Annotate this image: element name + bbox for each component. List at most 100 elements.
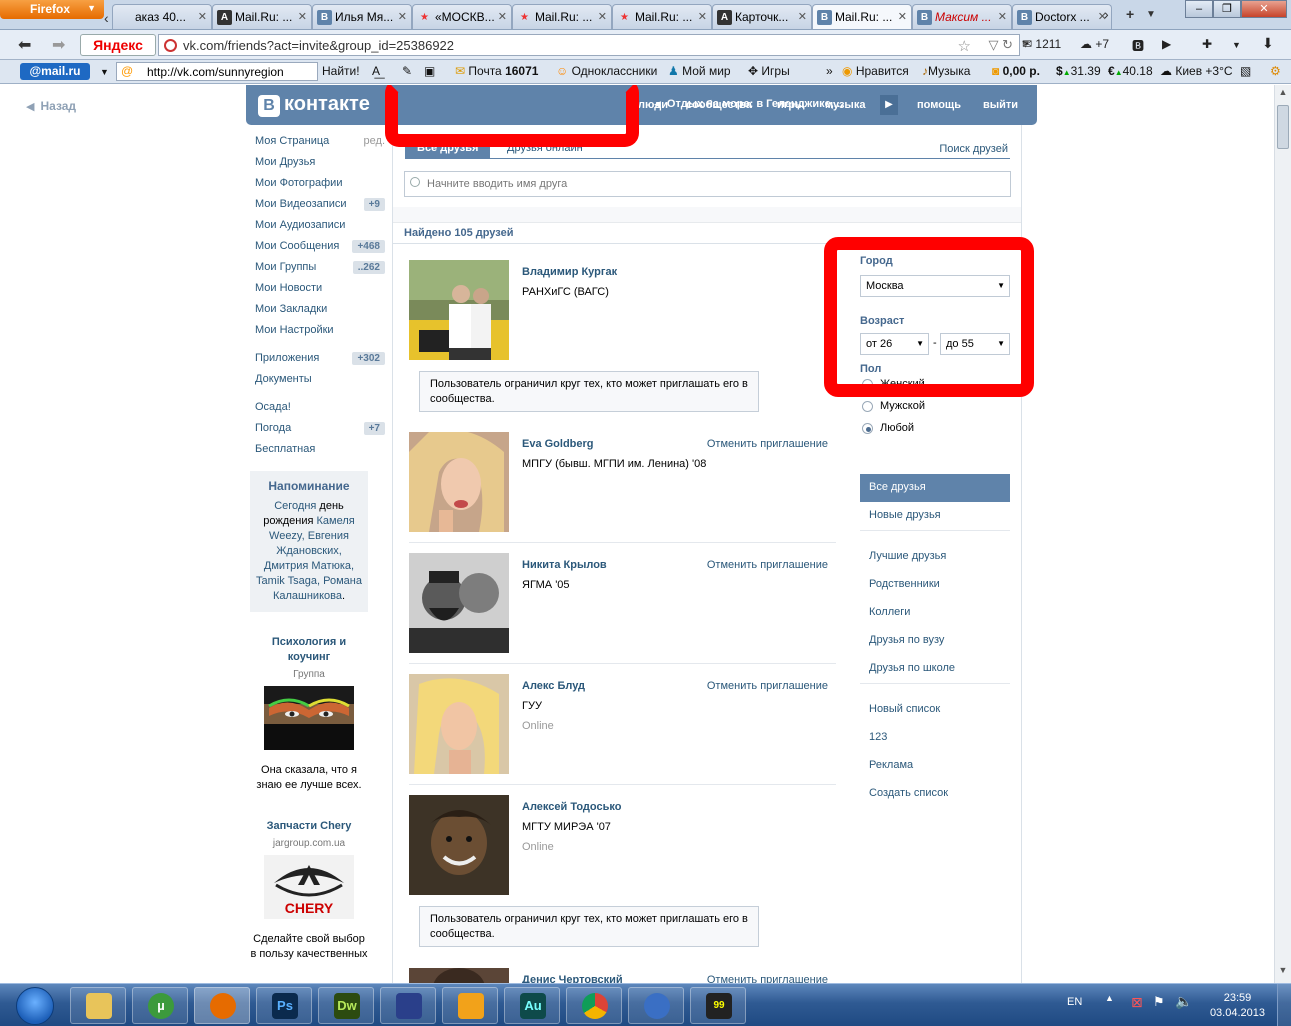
cancel-invitation-link[interactable]: Отменить приглашение [707, 559, 828, 571]
bookmark-nravitsya[interactable]: ◉ Нравится [842, 64, 909, 78]
menu-chevron-icon[interactable]: ▼ [1232, 40, 1241, 50]
tabs-scroll-left-icon[interactable]: ‹ [104, 10, 109, 26]
menu-communities[interactable]: сообщества [686, 99, 752, 111]
taskbar-save-app[interactable] [380, 987, 436, 1024]
bookmarks-icon[interactable]: ✚ [1202, 37, 1212, 51]
tab-active[interactable]: B Mail.Ru: ... ✕ [812, 4, 912, 29]
bookmark-odnoklassniki[interactable]: ☺ Одноклассники [556, 64, 657, 78]
cancel-invitation-link[interactable]: Отменить приглашение [707, 438, 828, 450]
friend-name[interactable]: Алекс Блуд [522, 680, 585, 692]
close-icon[interactable]: ✕ [498, 10, 507, 23]
menu-music[interactable]: музыка [825, 99, 865, 111]
left-menu-item[interactable]: Мои Фотографии [255, 177, 385, 198]
url-dropdown-reload-icon[interactable]: ▽ ↻ [988, 37, 1013, 53]
back-link[interactable]: ◀ Назад [26, 99, 76, 113]
left-menu-item[interactable]: Мои Видеозаписи +9 [255, 198, 385, 219]
window-close-icon[interactable]: ✕ [1241, 0, 1287, 18]
list-new-friends[interactable]: Новые друзья [860, 502, 1010, 530]
left-menu-item[interactable]: Мои Новости [255, 282, 385, 303]
taskbar-app[interactable] [628, 987, 684, 1024]
find-friends-link[interactable]: Поиск друзей [939, 143, 1008, 155]
edit-link[interactable]: ред. [364, 135, 385, 147]
volume-icon[interactable]: 🔈 [1175, 993, 1192, 1010]
reminder-names-links[interactable]: Камеля Weezy, Евгения Ждановских, Дмитри… [256, 515, 362, 602]
list-best-friends[interactable]: Лучшие друзья [860, 543, 1010, 571]
usd-rate[interactable]: $▲31.39 [1056, 64, 1101, 78]
left-menu-item[interactable]: Осада! [255, 401, 385, 422]
action-center-icon[interactable]: ⚑ [1153, 994, 1165, 1010]
friend-search-input[interactable]: Начните вводить имя друга [404, 171, 1011, 197]
url-field[interactable]: vk.com/friends?act=invite&group_id=25386… [158, 34, 1020, 56]
ad-title[interactable]: Психология и коучинг [250, 635, 368, 665]
close-icon[interactable]: ✕ [198, 10, 207, 23]
ad-chery[interactable]: Запчасти Chery jargroup.com.ua CHERY Сде… [250, 819, 368, 962]
weather-widget[interactable]: ☁ +7 [1080, 37, 1109, 51]
menu-logout[interactable]: выйти [983, 99, 1018, 111]
tab[interactable]: ★ Mail.Ru: ... ✕ [512, 4, 612, 29]
tabs-scroll-right-icon[interactable]: › [1104, 6, 1109, 22]
taskbar-utorrent[interactable]: µ [132, 987, 188, 1024]
friend-name[interactable]: Алексей Тодосько [522, 801, 621, 813]
addon-b-icon[interactable]: 🅱 [1132, 37, 1144, 54]
close-icon[interactable]: ✕ [298, 10, 307, 23]
minimize-icon[interactable]: – [1185, 0, 1213, 18]
scroll-down-icon[interactable]: ▼ [1275, 965, 1291, 981]
clock[interactable]: 23:59 03.04.2013 [1210, 991, 1265, 1021]
tab-list-chevron-icon[interactable]: ▼ [1146, 9, 1156, 20]
tray-expand-icon[interactable]: ▲ [1105, 993, 1114, 1003]
list-123[interactable]: 123 [860, 724, 1010, 752]
vk-logo[interactable]: Вконтакте [258, 93, 370, 117]
cancel-invitation-link[interactable]: Отменить приглашение [707, 974, 828, 983]
reminder-today-link[interactable]: Сегодня [274, 500, 316, 512]
create-list-link[interactable]: Создать список [860, 780, 1010, 808]
tab[interactable]: аказ 40... ✕ [112, 4, 212, 29]
radio-button-selected[interactable] [862, 423, 873, 434]
bookmark-igry[interactable]: ✥ Игры [748, 64, 790, 78]
firefox-menu-button[interactable]: Firefox ▼ [0, 0, 104, 19]
left-menu-item[interactable]: Погода +7 [255, 422, 385, 443]
chery-logo-image[interactable]: CHERY [264, 855, 354, 919]
radio-button[interactable] [862, 401, 873, 412]
ad-psychology[interactable]: Психология и коучинг Группа Она сказала,… [250, 635, 368, 793]
left-menu-item[interactable]: Мои Закладки [255, 303, 385, 324]
bookmark-moy-mir[interactable]: ♟ Мой мир [668, 64, 731, 78]
tab[interactable]: B Doctorx ... ✕ [1012, 4, 1112, 29]
forward-arrow-icon[interactable]: ➡ [52, 35, 65, 55]
friend-photo[interactable] [409, 674, 509, 774]
eur-rate[interactable]: €▲40.18 [1108, 64, 1153, 78]
play-icon[interactable]: ▶ [1162, 37, 1171, 51]
page-scrollbar[interactable]: ▲ ▼ [1274, 85, 1291, 983]
bookmark-mail[interactable]: ✉ Почта 16071 [455, 64, 538, 78]
cancel-invitation-link[interactable]: Отменить приглашение [707, 680, 828, 692]
bookmarks-more[interactable]: » [826, 64, 833, 78]
list-school-friends[interactable]: Друзья по школе [860, 655, 1010, 683]
friend-name[interactable]: Никита Крылов [522, 559, 607, 571]
menu-help[interactable]: помощь [917, 99, 961, 111]
friend-photo[interactable] [409, 968, 509, 983]
close-icon[interactable]: ✕ [698, 10, 707, 23]
find-button[interactable]: Найти! [322, 64, 360, 78]
balance-widget[interactable]: ◙ 0,00 р. [992, 64, 1040, 78]
left-menu-item[interactable]: Мои Сообщения +468 [255, 240, 385, 261]
left-menu-item[interactable]: Приложения +302 [255, 352, 385, 373]
tab[interactable]: B Максим ... ✕ [912, 4, 1012, 29]
friend-name[interactable]: Eva Goldberg [522, 438, 594, 450]
taskbar-explorer[interactable] [70, 987, 126, 1024]
list-new-list[interactable]: Новый список [860, 696, 1010, 724]
taskbar-chrome[interactable] [566, 987, 622, 1024]
mailru-search-input[interactable]: @ http://vk.com/sunnyregion [116, 62, 318, 81]
left-menu-item[interactable]: Моя Страница ред. [255, 135, 385, 156]
site-identity-icon[interactable] [164, 39, 177, 52]
gear-icon[interactable]: ⚙ [1270, 64, 1281, 78]
close-icon[interactable]: ✕ [798, 10, 807, 23]
close-icon[interactable]: ✕ [898, 10, 907, 23]
tab[interactable]: ★ Mail.Ru: ... ✕ [612, 4, 712, 29]
tab[interactable]: ★ «МОСКВ... ✕ [412, 4, 512, 29]
taskbar-audition[interactable]: Au [504, 987, 560, 1024]
close-icon[interactable]: ✕ [598, 10, 607, 23]
menu-more-arrow-icon[interactable]: ▶ [880, 95, 898, 115]
tab[interactable]: B Илья Мя... ✕ [312, 4, 412, 29]
pencil-icon[interactable]: ✎ [402, 64, 412, 78]
menu-people[interactable]: люди [638, 99, 668, 111]
mailru-logo[interactable]: @mail.ru [20, 63, 90, 80]
